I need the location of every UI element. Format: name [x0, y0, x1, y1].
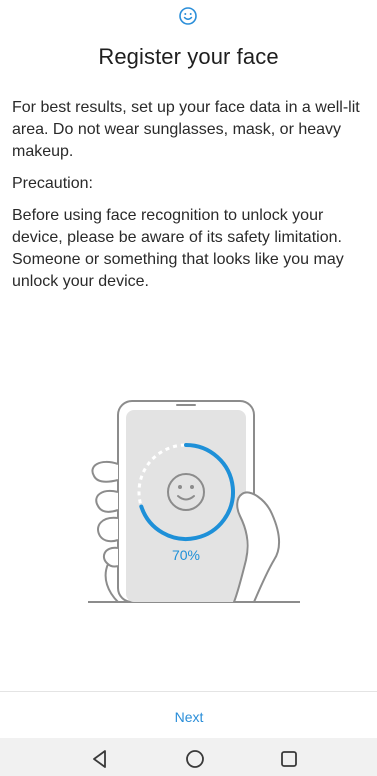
- precaution-text: Before using face recognition to unlock …: [12, 207, 344, 290]
- home-circle-icon[interactable]: [182, 746, 208, 772]
- intro-text: For best results, set up your face data …: [12, 99, 360, 160]
- progress-label: 70%: [172, 547, 200, 563]
- page-title: Register your face: [98, 44, 279, 69]
- smiley-face-icon: [179, 7, 197, 25]
- phone-screen: [126, 410, 246, 602]
- next-button[interactable]: Next: [150, 702, 228, 732]
- recents-square-icon[interactable]: [276, 746, 302, 772]
- back-triangle-icon[interactable]: [87, 746, 113, 772]
- face-eye-right: [190, 485, 194, 489]
- register-face-screen: Register your face For best results, set…: [0, 0, 377, 776]
- precaution-label: Precaution:: [12, 175, 93, 192]
- face-eye-left: [178, 485, 182, 489]
- footer-divider: [0, 691, 377, 692]
- system-nav-bar: [0, 738, 377, 776]
- left-hand-fingers: [91, 460, 119, 603]
- face-registration-illustration: 70%: [88, 400, 300, 603]
